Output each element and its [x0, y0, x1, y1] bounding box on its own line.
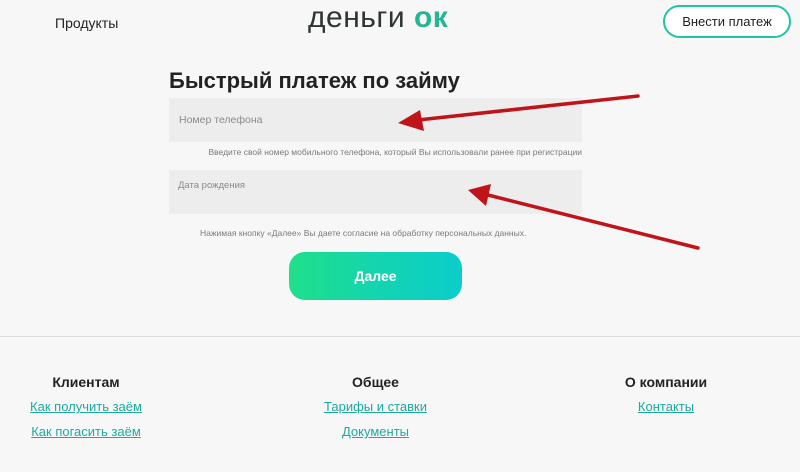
birth-date-input[interactable]	[169, 170, 582, 214]
make-payment-button[interactable]: Внести платеж	[663, 5, 791, 38]
logo-ok: ок	[413, 1, 449, 34]
nav-products-link[interactable]: Продукты	[55, 15, 118, 31]
footer-link-how-to-get-loan[interactable]: Как получить заём	[25, 399, 147, 414]
footer-column-company: О компании Контакты	[610, 374, 722, 424]
consent-text: Нажимая кнопку «Далее» Вы даете согласие…	[200, 228, 527, 238]
footer-link-contacts[interactable]: Контакты	[610, 399, 722, 414]
footer-divider	[0, 336, 800, 337]
footer-heading-company: О компании	[624, 374, 708, 390]
next-button[interactable]: Далее	[289, 252, 462, 300]
footer-column-clients: Клиентам Как получить заём Как погасить …	[25, 374, 147, 449]
footer-column-general: Общее Тарифы и ставки Документы	[310, 374, 441, 449]
phone-input[interactable]	[169, 98, 582, 142]
page: Продукты деньги ок Внести платеж Быстрый…	[0, 0, 800, 472]
footer-heading-clients: Клиентам	[52, 374, 120, 390]
footer-link-tariffs[interactable]: Тарифы и ставки	[310, 399, 441, 414]
footer-heading-general: Общее	[352, 374, 399, 390]
footer-link-documents[interactable]: Документы	[310, 424, 441, 439]
phone-hint: Введите свой номер мобильного телефона, …	[208, 147, 582, 157]
footer-link-how-to-repay-loan[interactable]: Как погасить заём	[25, 424, 147, 439]
page-title: Быстрый платеж по займу	[169, 68, 460, 93]
logo[interactable]: деньги ок	[308, 1, 449, 34]
logo-text: деньги	[308, 1, 406, 34]
